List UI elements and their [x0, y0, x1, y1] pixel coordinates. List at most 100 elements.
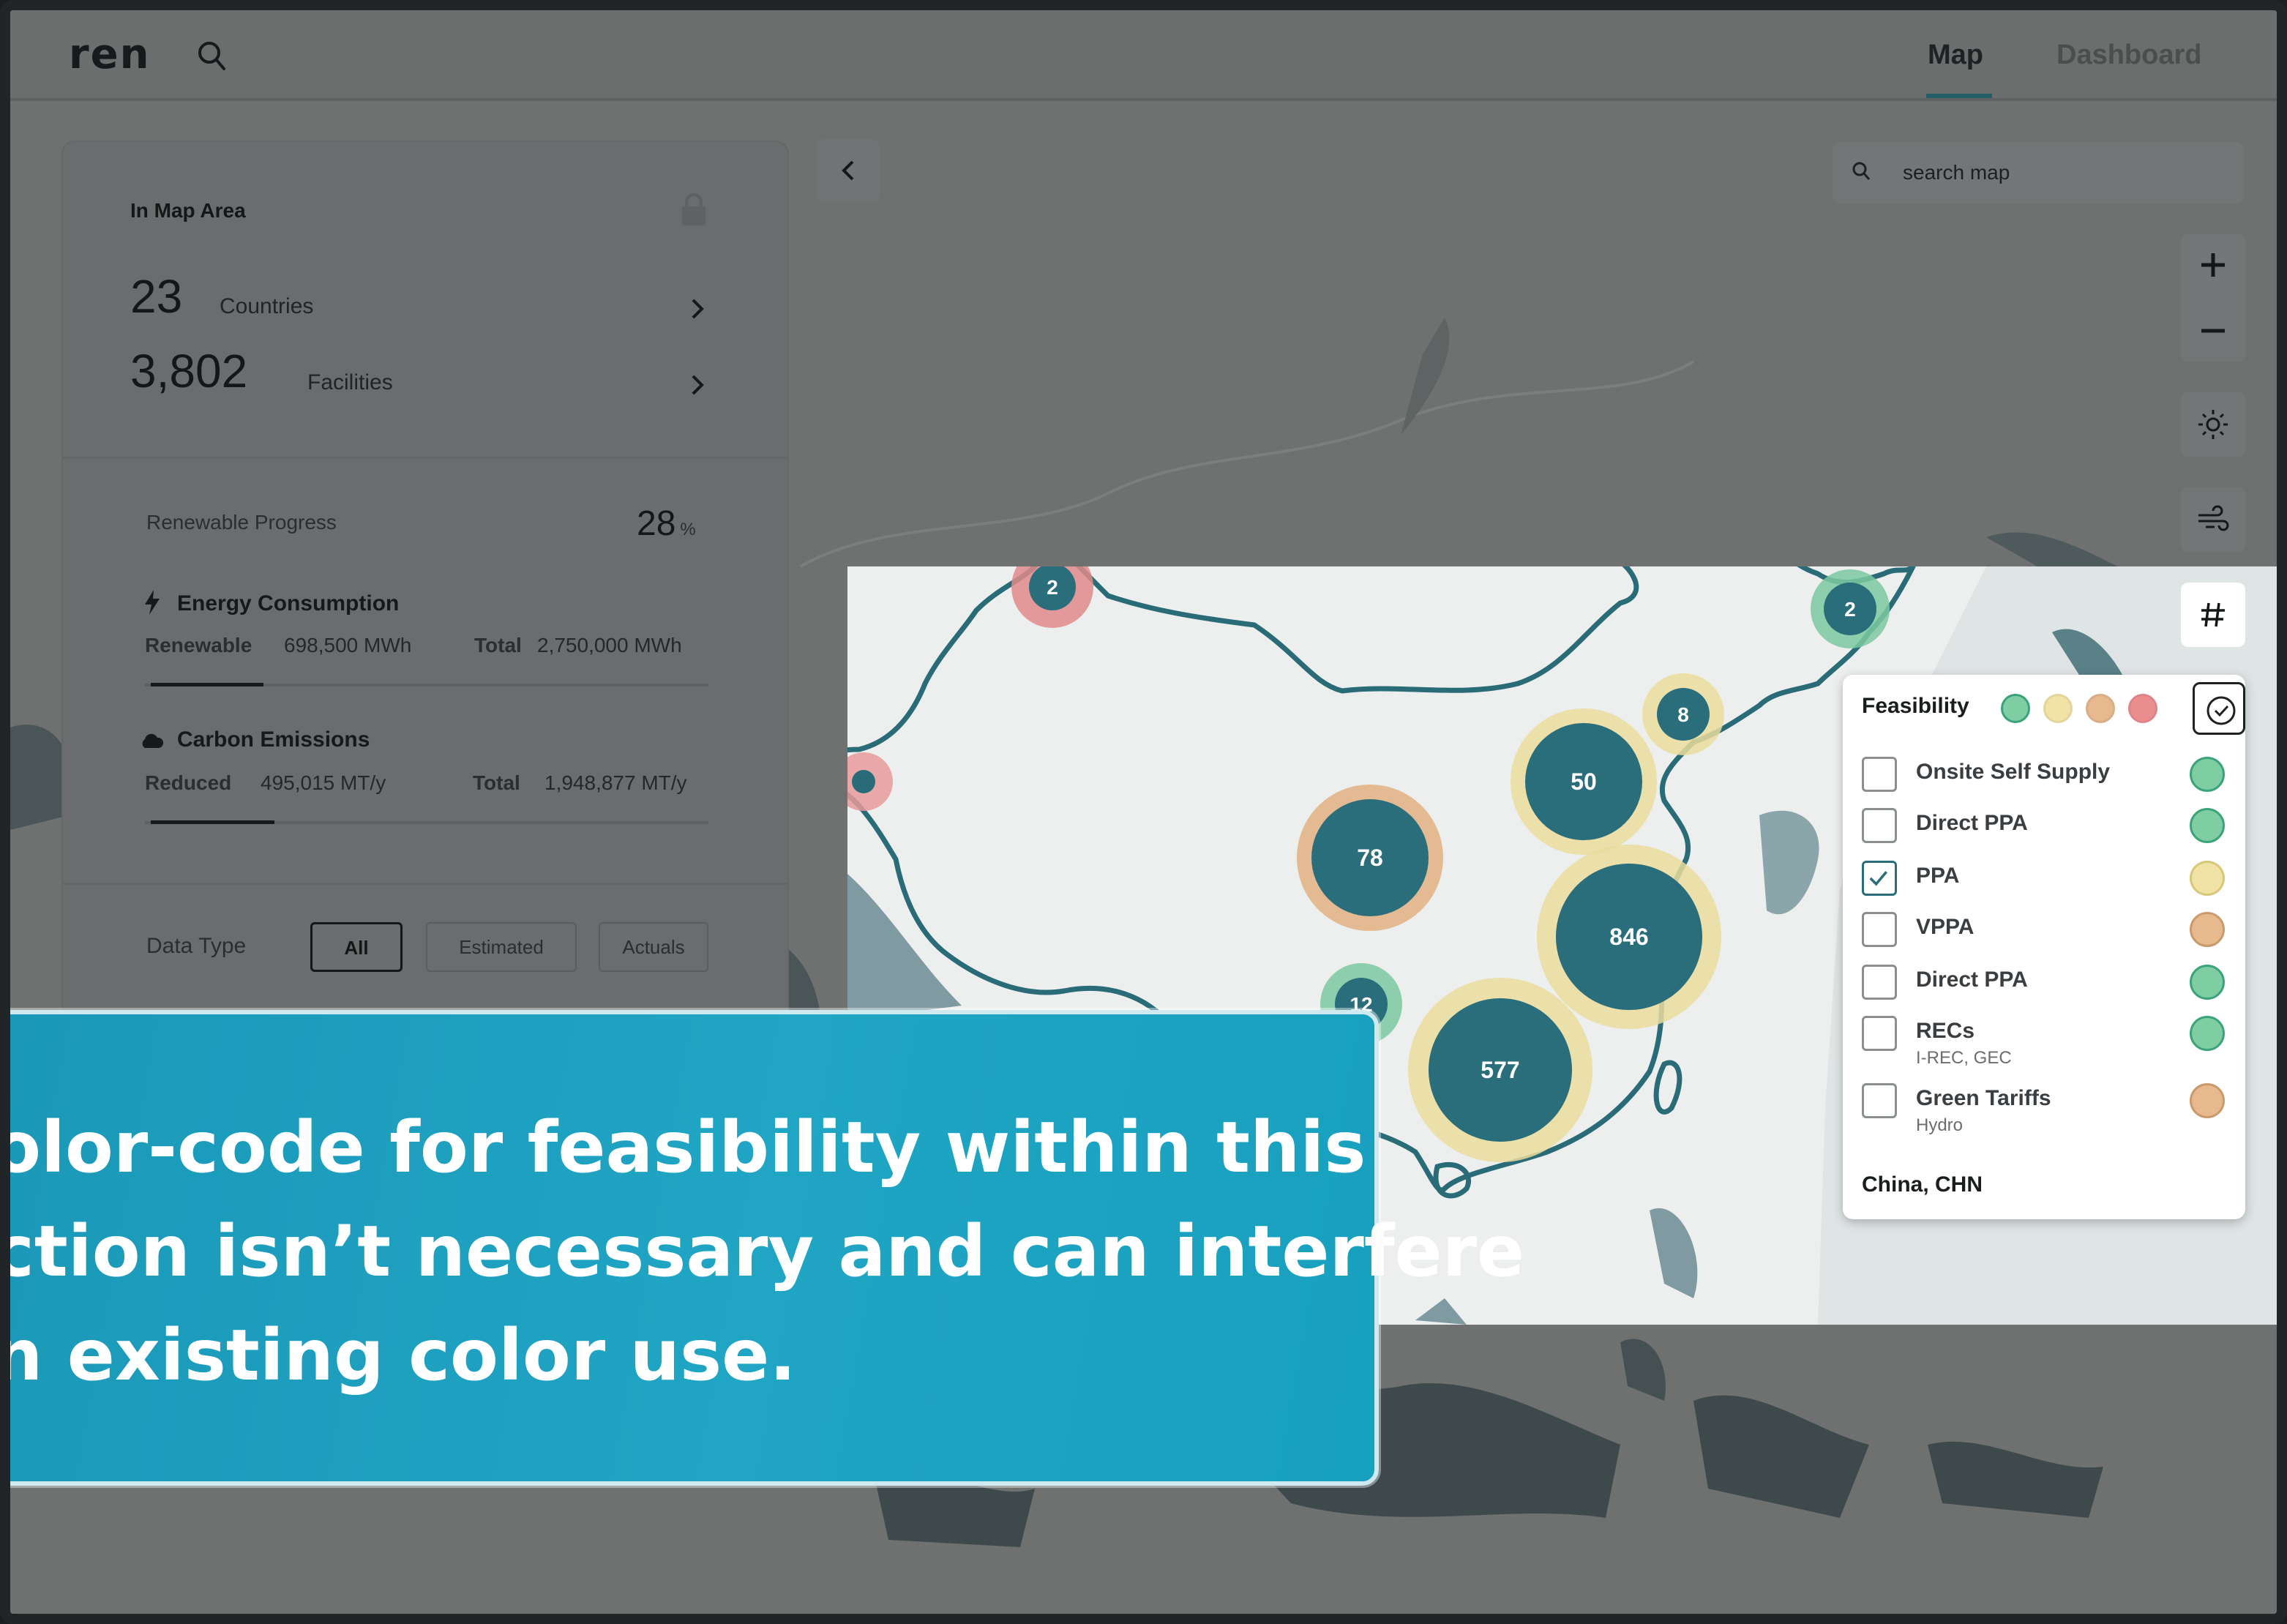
wind-icon: [2198, 505, 2229, 531]
app-window: ren Map Dashboard In Map Area 23 Countri…: [0, 0, 2287, 1624]
cluster-count: 50: [1571, 768, 1597, 795]
callout-line-1: olor-code for feasibility within this: [0, 1107, 1366, 1189]
chevron-left-icon: [842, 160, 854, 181]
callout-line-2: ction isn’t necessary and can interfere: [0, 1210, 1525, 1292]
feasibility-checkbox[interactable]: [1862, 757, 1897, 792]
map-cluster[interactable]: 50: [1511, 708, 1657, 855]
facilities-label: Facilities: [307, 370, 393, 394]
panel-title: In Map Area: [130, 199, 246, 222]
map-cluster[interactable]: 78: [1297, 785, 1443, 931]
renewable-progress-label: Renewable Progress: [146, 511, 337, 534]
cluster-count: 8: [1677, 703, 1689, 726]
feasibility-status-dot: [2190, 1016, 2225, 1051]
facilities-count: 3,802: [130, 345, 248, 397]
active-tab-indicator: [1926, 94, 1992, 98]
feasibility-status-dot: [2190, 965, 2225, 1000]
energy-total-value: 2,750,000 MWh: [537, 634, 682, 656]
feasibility-option[interactable]: PPA: [1862, 861, 2228, 905]
check-circle-icon: [2206, 696, 2236, 725]
zoom-out-icon[interactable]: [2198, 316, 2228, 345]
feasibility-option[interactable]: Direct PPA: [1862, 808, 2228, 852]
map-area-stats-panel: In Map Area 23 Countries 3,802 Facilitie…: [63, 142, 787, 1035]
solar-layer-button[interactable]: [2181, 392, 2245, 457]
cloud-icon: [142, 733, 164, 748]
feasibility-checkbox[interactable]: [1862, 1083, 1897, 1118]
feasibility-status-dot: [2190, 808, 2225, 843]
cluster-count: 846: [1609, 924, 1648, 950]
collapse-panel-button[interactable]: [817, 139, 880, 202]
grid-toggle-button[interactable]: [2181, 583, 2245, 647]
feasibility-status-dot: [2190, 1083, 2225, 1118]
feasibility-check-button[interactable]: [2193, 682, 2245, 735]
chevron-right-icon[interactable]: [686, 294, 708, 323]
checkmark-icon: [1869, 871, 1887, 886]
feasibility-option-label: Green Tariffs: [1916, 1086, 2051, 1110]
tab-map[interactable]: Map: [1928, 40, 1983, 71]
feasibility-option[interactable]: Onsite Self Supply: [1862, 757, 2228, 801]
energy-renewable-label: Renewable: [145, 634, 252, 656]
data-type-all-button[interactable]: All: [310, 922, 403, 972]
feasibility-status-dot: [2190, 912, 2225, 947]
feasibility-checkbox[interactable]: [1862, 1016, 1897, 1051]
callout-line-3: n existing color use.: [0, 1314, 796, 1396]
search-icon[interactable]: [193, 37, 231, 75]
feasibility-status-dot: [2190, 757, 2225, 792]
feasibility-option[interactable]: Green Tariffs Hydro: [1862, 1083, 2228, 1135]
map-search-placeholder: search map: [1903, 161, 2010, 184]
carbon-reduced-label: Reduced: [145, 771, 232, 794]
feasibility-option[interactable]: VPPA: [1862, 912, 2228, 956]
data-type-label: Data Type: [146, 934, 247, 958]
feasibility-legend-dot: [2001, 694, 2030, 723]
top-navigation-bar: ren Map Dashboard: [10, 10, 2277, 101]
wind-layer-button[interactable]: [2181, 487, 2245, 552]
feasibility-panel: Feasibility Onsite Self Supply Direct PPA…: [1843, 675, 2245, 1219]
energy-progress-fill: [151, 683, 263, 686]
feasibility-checkbox[interactable]: [1862, 965, 1897, 1000]
energy-renewable-value: 698,500 MWh: [284, 634, 412, 656]
ren-logo[interactable]: ren: [69, 31, 150, 78]
facility-point-core: [852, 770, 875, 793]
selected-country: China, CHN: [1862, 1172, 1983, 1197]
renewable-progress-unit: %: [680, 520, 696, 539]
cluster-count: 2: [1047, 576, 1058, 599]
feasibility-option-sublabel: I-REC, GEC: [1916, 1048, 2012, 1068]
feasibility-option[interactable]: RECs I-REC, GEC: [1862, 1016, 2228, 1068]
zoom-controls: [2181, 234, 2245, 362]
feasibility-option-sublabel: Hydro: [1916, 1115, 1964, 1135]
hashtag-icon: [2201, 602, 2225, 627]
carbon-total-label: Total: [473, 771, 520, 794]
countries-count: 23: [130, 270, 183, 323]
data-type-estimated-button[interactable]: Estimated: [426, 922, 577, 972]
lightning-icon: [145, 590, 160, 615]
carbon-progress-fill: [151, 820, 275, 824]
feasibility-legend-dot: [2086, 694, 2115, 723]
map-search-input[interactable]: search map: [1833, 142, 2244, 203]
zoom-in-icon[interactable]: [2198, 250, 2228, 280]
search-icon: [1852, 162, 1871, 180]
map-cluster[interactable]: 577: [1408, 978, 1592, 1162]
energy-consumption-title: Energy Consumption: [177, 591, 400, 615]
feasibility-option[interactable]: Direct PPA: [1862, 965, 2228, 1009]
cluster-count: 577: [1481, 1057, 1519, 1083]
divider: [63, 883, 787, 885]
map-cluster[interactable]: 8: [1642, 673, 1724, 755]
feasibility-option-label: Onsite Self Supply: [1916, 760, 2111, 784]
feasibility-checkbox[interactable]: [1862, 808, 1897, 843]
feasibility-legend-dot: [2043, 694, 2073, 723]
feasibility-checkbox[interactable]: [1862, 861, 1897, 896]
chevron-right-icon[interactable]: [686, 370, 708, 400]
feasibility-legend-dot: [2128, 694, 2157, 723]
map-cluster[interactable]: 846: [1537, 845, 1721, 1029]
data-type-actuals-button[interactable]: Actuals: [599, 922, 708, 972]
carbon-emissions-title: Carbon Emissions: [177, 727, 370, 752]
cluster-count: 78: [1357, 845, 1383, 871]
feasibility-option-label: VPPA: [1916, 915, 1975, 939]
renewable-progress-value: 28%: [637, 504, 696, 544]
cluster-count: 2: [1844, 598, 1856, 621]
map-cluster[interactable]: 2: [1811, 569, 1890, 648]
carbon-reduced-value: 495,015 MT/y: [261, 771, 386, 794]
feasibility-checkbox[interactable]: [1862, 912, 1897, 947]
feasibility-option-label: PPA: [1916, 864, 1960, 888]
tab-dashboard[interactable]: Dashboard: [2056, 40, 2201, 71]
lock-icon[interactable]: [679, 192, 708, 227]
